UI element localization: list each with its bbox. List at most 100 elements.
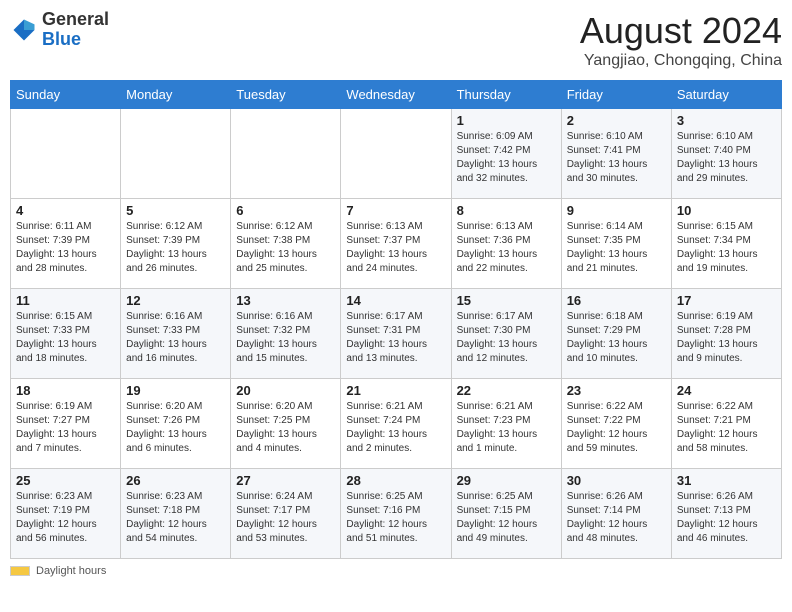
weekday-header-wednesday: Wednesday	[341, 81, 451, 109]
logo-blue-text: Blue	[42, 29, 81, 49]
calendar-cell: 15 Sunrise: 6:17 AM Sunset: 7:30 PM Dayli…	[451, 289, 561, 379]
day-info: Sunrise: 6:13 AM Sunset: 7:37 PM Dayligh…	[346, 220, 445, 276]
calendar-cell: 25Sunrise: 6:23 AM Sunset: 7:19 PM Dayli…	[11, 469, 121, 559]
day-number: 25	[16, 473, 115, 488]
logo-icon	[10, 16, 38, 44]
day-info: Sunrise: 6:18 AM Sunset: 7:29 PM Dayligh…	[567, 310, 666, 366]
day-info: Sunrise: 6:15 AM Sunset: 7:33 PM Dayligh…	[16, 310, 115, 366]
logo-general-text: General	[42, 9, 109, 29]
calendar-cell	[341, 109, 451, 199]
day-number: 31	[677, 473, 776, 488]
calendar-cell: 5 Sunrise: 6:12 AM Sunset: 7:39 PM Daylig…	[121, 199, 231, 289]
calendar-cell: 4Sunrise: 6:11 AM Sunset: 7:39 PM Daylig…	[11, 199, 121, 289]
day-number: 13	[236, 293, 335, 308]
calendar-cell: 17Sunrise: 6:19 AM Sunset: 7:28 PM Dayli…	[671, 289, 781, 379]
day-info: Sunrise: 6:23 AM Sunset: 7:18 PM Dayligh…	[126, 490, 225, 546]
weekday-header-thursday: Thursday	[451, 81, 561, 109]
calendar-week-row: 18 Sunrise: 6:19 AM Sunset: 7:27 PM Dayli…	[11, 379, 782, 469]
day-info: Sunrise: 6:10 AM Sunset: 7:40 PM Dayligh…	[677, 130, 776, 186]
day-number: 20	[236, 383, 335, 398]
day-number: 3	[677, 113, 776, 128]
calendar-cell: 28 Sunrise: 6:25 AM Sunset: 7:16 PM Dayli…	[341, 469, 451, 559]
day-number: 17	[677, 293, 776, 308]
day-info: Sunrise: 6:20 AM Sunset: 7:25 PM Dayligh…	[236, 400, 335, 456]
calendar-week-row: 11 Sunrise: 6:15 AM Sunset: 7:33 PM Dayli…	[11, 289, 782, 379]
calendar-cell: 11 Sunrise: 6:15 AM Sunset: 7:33 PM Dayli…	[11, 289, 121, 379]
day-info: Sunrise: 6:21 AM Sunset: 7:24 PM Dayligh…	[346, 400, 445, 456]
day-number: 10	[677, 203, 776, 218]
calendar-cell: 6Sunrise: 6:12 AM Sunset: 7:38 PM Daylig…	[231, 199, 341, 289]
day-number: 24	[677, 383, 776, 398]
calendar-cell: 1 Sunrise: 6:09 AM Sunset: 7:42 PM Daylig…	[451, 109, 561, 199]
day-number: 30	[567, 473, 666, 488]
day-number: 11	[16, 293, 115, 308]
day-number: 21	[346, 383, 445, 398]
day-info: Sunrise: 6:22 AM Sunset: 7:22 PM Dayligh…	[567, 400, 666, 456]
day-number: 27	[236, 473, 335, 488]
calendar-cell: 10Sunrise: 6:15 AM Sunset: 7:34 PM Dayli…	[671, 199, 781, 289]
calendar-cell: 26 Sunrise: 6:23 AM Sunset: 7:18 PM Dayli…	[121, 469, 231, 559]
day-info: Sunrise: 6:17 AM Sunset: 7:30 PM Dayligh…	[457, 310, 556, 366]
weekday-header-monday: Monday	[121, 81, 231, 109]
daylight-label: Daylight hours	[36, 565, 106, 577]
calendar-cell: 16 Sunrise: 6:18 AM Sunset: 7:29 PM Dayli…	[561, 289, 671, 379]
day-number: 14	[346, 293, 445, 308]
month-year-title: August 2024	[580, 10, 782, 52]
day-number: 18	[16, 383, 115, 398]
day-info: Sunrise: 6:13 AM Sunset: 7:36 PM Dayligh…	[457, 220, 556, 276]
day-info: Sunrise: 6:26 AM Sunset: 7:13 PM Dayligh…	[677, 490, 776, 546]
calendar-cell	[231, 109, 341, 199]
day-number: 9	[567, 203, 666, 218]
calendar-cell: 8 Sunrise: 6:13 AM Sunset: 7:36 PM Daylig…	[451, 199, 561, 289]
footer-note: Daylight hours	[10, 565, 782, 577]
weekday-header-row: SundayMondayTuesdayWednesdayThursdayFrid…	[11, 81, 782, 109]
day-number: 28	[346, 473, 445, 488]
calendar-cell: 13 Sunrise: 6:16 AM Sunset: 7:32 PM Dayli…	[231, 289, 341, 379]
day-info: Sunrise: 6:22 AM Sunset: 7:21 PM Dayligh…	[677, 400, 776, 456]
day-number: 2	[567, 113, 666, 128]
calendar-cell: 27 Sunrise: 6:24 AM Sunset: 7:17 PM Dayli…	[231, 469, 341, 559]
calendar-cell: 14 Sunrise: 6:17 AM Sunset: 7:31 PM Dayli…	[341, 289, 451, 379]
calendar-cell: 3 Sunrise: 6:10 AM Sunset: 7:40 PM Daylig…	[671, 109, 781, 199]
day-number: 23	[567, 383, 666, 398]
calendar-cell: 7 Sunrise: 6:13 AM Sunset: 7:37 PM Daylig…	[341, 199, 451, 289]
daylight-bar-icon	[10, 566, 30, 576]
calendar-table: SundayMondayTuesdayWednesdayThursdayFrid…	[10, 80, 782, 559]
calendar-cell: 30 Sunrise: 6:26 AM Sunset: 7:14 PM Dayli…	[561, 469, 671, 559]
day-info: Sunrise: 6:26 AM Sunset: 7:14 PM Dayligh…	[567, 490, 666, 546]
day-number: 29	[457, 473, 556, 488]
day-number: 1	[457, 113, 556, 128]
day-info: Sunrise: 6:09 AM Sunset: 7:42 PM Dayligh…	[457, 130, 556, 186]
weekday-header-friday: Friday	[561, 81, 671, 109]
day-info: Sunrise: 6:12 AM Sunset: 7:39 PM Dayligh…	[126, 220, 225, 276]
calendar-cell: 21 Sunrise: 6:21 AM Sunset: 7:24 PM Dayli…	[341, 379, 451, 469]
calendar-cell	[11, 109, 121, 199]
day-info: Sunrise: 6:16 AM Sunset: 7:32 PM Dayligh…	[236, 310, 335, 366]
day-number: 12	[126, 293, 225, 308]
day-info: Sunrise: 6:21 AM Sunset: 7:23 PM Dayligh…	[457, 400, 556, 456]
day-info: Sunrise: 6:10 AM Sunset: 7:41 PM Dayligh…	[567, 130, 666, 186]
day-info: Sunrise: 6:25 AM Sunset: 7:16 PM Dayligh…	[346, 490, 445, 546]
day-number: 7	[346, 203, 445, 218]
day-info: Sunrise: 6:14 AM Sunset: 7:35 PM Dayligh…	[567, 220, 666, 276]
day-number: 16	[567, 293, 666, 308]
calendar-cell: 2 Sunrise: 6:10 AM Sunset: 7:41 PM Daylig…	[561, 109, 671, 199]
day-info: Sunrise: 6:19 AM Sunset: 7:27 PM Dayligh…	[16, 400, 115, 456]
day-info: Sunrise: 6:24 AM Sunset: 7:17 PM Dayligh…	[236, 490, 335, 546]
weekday-header-sunday: Sunday	[11, 81, 121, 109]
calendar-cell: 31 Sunrise: 6:26 AM Sunset: 7:13 PM Dayli…	[671, 469, 781, 559]
calendar-cell: 20 Sunrise: 6:20 AM Sunset: 7:25 PM Dayli…	[231, 379, 341, 469]
calendar-cell: 22Sunrise: 6:21 AM Sunset: 7:23 PM Dayli…	[451, 379, 561, 469]
title-section: August 2024 Yangjiao, Chongqing, China	[580, 10, 782, 70]
calendar-cell: 23 Sunrise: 6:22 AM Sunset: 7:22 PM Dayli…	[561, 379, 671, 469]
day-number: 5	[126, 203, 225, 218]
day-info: Sunrise: 6:25 AM Sunset: 7:15 PM Dayligh…	[457, 490, 556, 546]
day-number: 15	[457, 293, 556, 308]
day-info: Sunrise: 6:17 AM Sunset: 7:31 PM Dayligh…	[346, 310, 445, 366]
day-number: 6	[236, 203, 335, 218]
day-number: 8	[457, 203, 556, 218]
day-number: 26	[126, 473, 225, 488]
calendar-cell	[121, 109, 231, 199]
calendar-week-row: 25Sunrise: 6:23 AM Sunset: 7:19 PM Dayli…	[11, 469, 782, 559]
weekday-header-tuesday: Tuesday	[231, 81, 341, 109]
